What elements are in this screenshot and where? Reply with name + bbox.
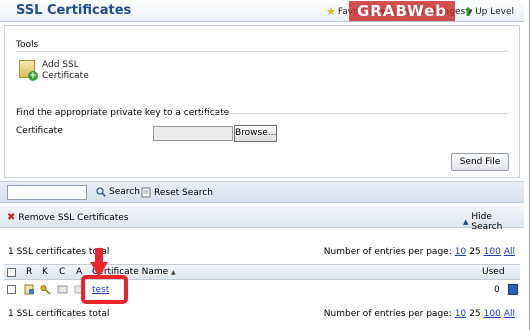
- certificate-add-icon: +: [18, 59, 38, 81]
- up-level-link[interactable]: ⬆ Up Level: [463, 5, 514, 19]
- page-size-10[interactable]: 10: [455, 247, 466, 257]
- remove-ssl-certificates-button[interactable]: ✖ Remove SSL Certificates: [7, 212, 129, 223]
- search-label: Search: [109, 187, 140, 197]
- select-all-checkbox[interactable]: [7, 268, 16, 277]
- add-cert-label: Add SSL Certificate: [42, 60, 89, 81]
- reset-search-button[interactable]: Reset Search: [141, 187, 213, 198]
- page-size-10[interactable]: 10: [455, 309, 466, 319]
- hide-search-button[interactable]: ▲ Hide Search: [463, 212, 524, 232]
- column-a: A: [76, 267, 83, 277]
- page-title: SSL Certificates: [16, 3, 132, 18]
- used-count: 0: [494, 285, 500, 295]
- tools-label: Tools: [16, 40, 39, 50]
- entries-per-page-top: Number of entries per page: 10 25 100 Al…: [324, 247, 515, 257]
- sort-asc-icon: ▲: [171, 269, 176, 276]
- hide-label: Hide Search: [471, 212, 503, 232]
- certificate-icon: [57, 285, 68, 294]
- divider: [16, 51, 508, 52]
- annotation-arrow-icon: [90, 248, 108, 277]
- page-size-100[interactable]: 100: [484, 247, 501, 257]
- remove-icon: ✖: [7, 212, 16, 223]
- watermark-logo: GRABWeb: [349, 1, 455, 21]
- total-count-bottom: 1 SSL certificates total: [8, 309, 110, 319]
- certificate-request-icon: [24, 284, 34, 295]
- certificate-label: Certificate: [16, 126, 63, 136]
- column-k: K: [42, 267, 48, 277]
- reset-label: Reset Search: [154, 187, 213, 198]
- star-icon: ★: [326, 5, 336, 18]
- column-c: C: [59, 267, 66, 277]
- reset-icon: [141, 187, 151, 198]
- page-size-all[interactable]: All: [504, 247, 515, 257]
- action-bar: ✖ Remove SSL Certificates ▲ Hide Search: [0, 206, 524, 232]
- remove-label: Remove SSL Certificates: [18, 212, 129, 223]
- search-bar: Search Reset Search: [0, 181, 524, 203]
- page-size-25: 25: [469, 309, 481, 319]
- chevron-up-icon: ▲: [463, 218, 469, 226]
- entries-label: Number of entries per page:: [323, 309, 452, 319]
- column-used: Used: [482, 267, 505, 277]
- search-button[interactable]: Search: [96, 187, 140, 197]
- row-checkbox[interactable]: [7, 285, 16, 294]
- send-file-button[interactable]: Send File: [451, 153, 509, 171]
- browse-button[interactable]: Browse...: [234, 125, 277, 142]
- page-size-100[interactable]: 100: [484, 309, 501, 319]
- annotation-highlight-box: [81, 275, 128, 304]
- entries-label: Number of entries per page:: [323, 247, 452, 257]
- page-size-all[interactable]: All: [504, 309, 515, 319]
- page-size-25: 25: [469, 247, 481, 257]
- add-ssl-certificate-button[interactable]: + Add SSL Certificate: [18, 59, 89, 82]
- save-icon[interactable]: [508, 284, 518, 295]
- search-input[interactable]: [7, 185, 87, 200]
- tools-panel: Tools + Add SSL Certificate Find the app…: [4, 25, 520, 178]
- up-level-label: Up Level: [475, 7, 514, 17]
- search-icon: [96, 187, 106, 197]
- key-icon: [40, 285, 51, 295]
- entries-per-page-bottom: Number of entries per page: 10 25 100 Al…: [324, 309, 515, 319]
- up-arrow-icon: ⬆: [463, 5, 474, 19]
- app-frame: SSL Certificates ★ Favorites ▼ ▤ Visited…: [0, 0, 530, 330]
- certificate-file-input[interactable]: [153, 126, 233, 141]
- page-header: SSL Certificates ★ Favorites ▼ ▤ Visited…: [0, 0, 524, 22]
- column-r: R: [26, 267, 33, 277]
- divider: [198, 113, 508, 114]
